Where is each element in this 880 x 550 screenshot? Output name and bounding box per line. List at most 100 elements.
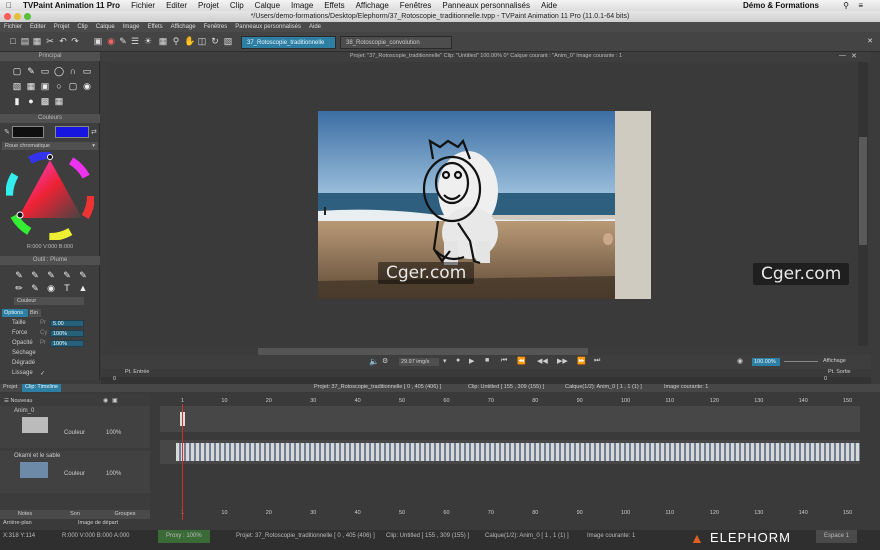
layers-icon[interactable]: ☰ [130,36,140,47]
stop-icon[interactable]: ■ [485,357,489,364]
layer-row-okami[interactable]: Okami et le sable Couleur 100% [0,451,150,493]
drawing-tool-icon[interactable]: ● [26,96,36,106]
apple-icon[interactable]:  [6,0,12,11]
drawing-tool-icon[interactable]: ▢ [68,81,78,91]
search-icon[interactable]: ⚲ [843,0,849,11]
tab-bin[interactable]: Bin [29,309,41,317]
image-depart-select[interactable]: Image de départ [78,520,118,526]
foreground-color-swatch[interactable] [12,126,44,138]
mac-menu-item[interactable]: Editer [166,0,187,11]
brush-tool-icon[interactable]: ✎ [78,270,88,280]
mac-menu-item[interactable]: Panneaux personnalisés [442,0,530,11]
brush-panel-icon[interactable]: ✎ [118,36,128,47]
tablet-icon[interactable]: ▧ [223,36,233,47]
layer-opacity[interactable]: 100% [106,471,121,477]
prop-value-field[interactable]: 5.00 [50,320,84,327]
brush-tool-icon[interactable]: ✎ [30,270,40,280]
drawing-tool-icon[interactable]: ▧ [12,81,22,91]
zoom-field[interactable]: 100.00% [752,358,780,366]
color-wheel-icon[interactable]: ◉ [106,36,116,47]
eye-icon[interactable]: ◉ [103,397,108,404]
layer-opacity[interactable]: 100% [106,430,121,436]
menu-list-icon[interactable]: ≡ [858,0,863,11]
tab-projet[interactable]: Projet [3,384,17,390]
app-menu-item[interactable]: Effets [147,22,162,32]
mac-menu-item[interactable]: Effets [324,0,344,11]
tab-son[interactable]: Son [50,510,100,519]
drawing-tool-icon[interactable]: ✎ [26,66,36,76]
app-menu-item[interactable]: Image [123,22,140,32]
lock-icon[interactable]: ▣ [112,397,118,404]
layer-name[interactable]: Okami et le sable [14,453,60,459]
prev-icon[interactable]: ⏪ [517,357,526,365]
mac-menu-item[interactable]: Image [291,0,313,11]
mark-icon[interactable]: ● [456,357,460,364]
drawing-tool-icon[interactable]: ▢ [12,66,22,76]
play-icon[interactable]: ▶ [469,357,474,365]
space-select[interactable]: Espace 1 [816,530,858,543]
pt-sortie-label[interactable]: Pt. Sortie [828,369,851,375]
step-back-icon[interactable]: ◀◀ [537,357,548,365]
arriere-plan-select[interactable]: Arrière-plan [3,520,32,526]
app-menu-item[interactable]: Editer [30,22,46,32]
drawing-tool-icon[interactable]: ▦ [54,96,64,106]
track-anim[interactable] [160,406,860,432]
mac-menu-item[interactable]: Calque [255,0,280,11]
close-window-button[interactable] [4,13,11,20]
minimize-window-button[interactable] [14,13,21,20]
app-menu-item[interactable]: Fichier [4,22,22,32]
mac-menu-item[interactable]: Affichage [356,0,389,11]
status-proxy[interactable]: Proxy : 100% [158,530,210,543]
user-label[interactable]: Démo & Formations [743,0,819,11]
mac-menu-item[interactable]: Projet [198,0,219,11]
flip-icon[interactable]: ◫ [197,36,207,47]
cut-icon[interactable]: ✂ [45,36,55,47]
prop-pressure-toggle[interactable]: Pr [40,340,46,346]
tab-options[interactable]: Options [2,309,28,317]
tab-groupes[interactable]: Groupes [100,510,150,519]
brush-tool-icon[interactable]: ◉ [46,283,56,293]
prop-value-field[interactable]: 100% [50,330,84,337]
tab-38-rotoscopie[interactable]: 38_Rotoscopie_convolution [340,36,452,49]
mac-menu-item[interactable]: Clip [230,0,244,11]
new-layer-button[interactable]: ☰ Nouveau [4,398,33,404]
brush-tool-icon[interactable]: ✎ [62,270,72,280]
prop-pressure-toggle[interactable]: Cy [40,330,47,336]
app-menu-item[interactable]: Fenêtres [204,22,228,32]
settings-icon[interactable]: ⚙ [382,357,388,365]
mac-menu-item[interactable]: Aide [541,0,557,11]
tab-notes[interactable]: Notes [0,510,50,519]
brush-tool-icon[interactable]: ✎ [46,270,56,280]
drawing-tool-icon[interactable]: ○ [54,81,64,91]
layer-mode[interactable]: Couleur [64,471,85,477]
range-slider[interactable]: 0 0 [101,376,871,384]
tab-clip-timeline[interactable]: Clip: Timeline [22,384,62,392]
playhead[interactable] [182,404,183,520]
canvas-close-icon[interactable]: ✕ [851,52,857,60]
last-frame-icon[interactable]: ⏭ [594,357,600,365]
color-wheel[interactable] [6,152,94,240]
pan-icon[interactable]: ✋ [184,36,195,47]
brush-tool-icon[interactable]: ▲ [78,283,88,293]
drawing-tool-icon[interactable]: ▦ [26,81,36,91]
layer-mode[interactable]: Couleur [64,430,85,436]
pt-entree-label[interactable]: Pt. Entrée [125,369,149,375]
eyedropper-icon[interactable]: ✎ [4,128,10,136]
mac-menu-item[interactable]: Fenêtres [400,0,432,11]
drawing-tool-icon[interactable]: ∩ [68,66,78,76]
app-menu-item[interactable]: Aide [309,22,321,32]
grid-icon[interactable]: ▦ [158,36,168,47]
drawing-tool-icon[interactable]: ▭ [82,66,92,76]
outil-couleur-select[interactable]: Couleur [14,297,84,305]
tab-37-rotoscopie[interactable]: 37_Rotoscopie_traditionnelle [241,36,336,49]
drawing-tool-icon[interactable]: ◉ [82,81,92,91]
color-mode-select[interactable]: Roue chromatique ▾ [2,142,98,150]
brush-tool-icon[interactable]: ✎ [30,283,40,293]
zoom-slider[interactable] [784,361,818,362]
canvas-image[interactable] [318,111,651,299]
open-icon[interactable]: ▤ [20,36,30,47]
fps-dropdown-icon[interactable]: ▾ [443,357,447,365]
timeline-ruler[interactable]: 1 10 20 30 40 50 60 70 80 90 100 110 120 130 140 150 [160,398,860,406]
zoom-window-button[interactable] [24,13,31,20]
prop-checkbox[interactable]: ✓ [40,370,45,377]
